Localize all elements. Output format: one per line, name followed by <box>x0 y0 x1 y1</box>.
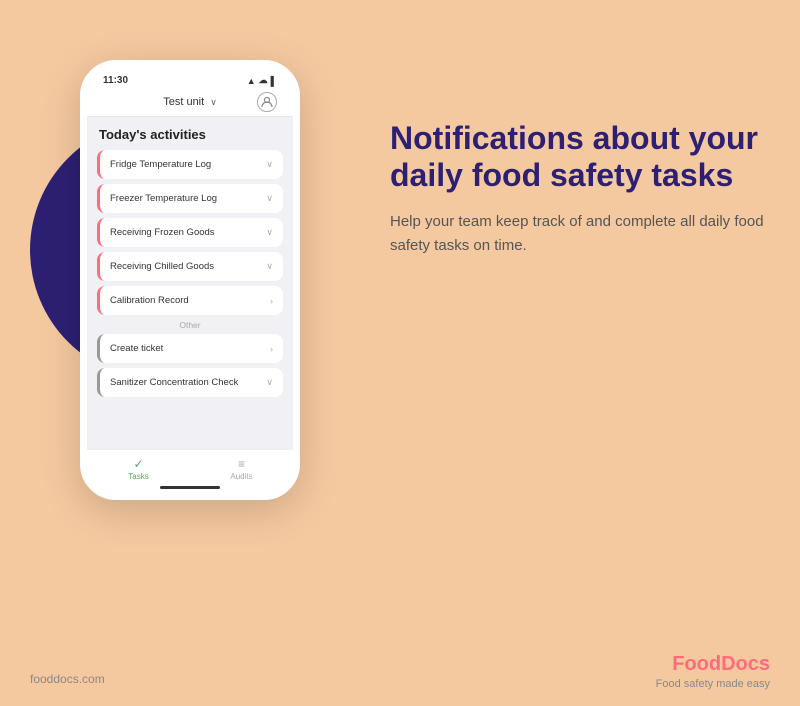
item-label: Receiving Frozen Goods <box>110 227 215 238</box>
list-item[interactable]: Receiving Frozen Goods ∨ <box>97 218 283 247</box>
right-content: Notifications about your daily food safe… <box>390 120 770 258</box>
list-item[interactable]: Freezer Temperature Log ∨ <box>97 184 283 213</box>
audits-icon: ≡ <box>238 457 245 471</box>
section-label: Other <box>97 320 283 330</box>
list-item[interactable]: Sanitizer Concentration Check ∨ <box>97 368 283 397</box>
activities-title: Today's activities <box>97 127 283 142</box>
headline: Notifications about your daily food safe… <box>390 120 770 194</box>
phone-mockup: 11:30 ▲ ☁ ▌ Test unit ∨ Today's activiti… <box>80 60 300 500</box>
nav-bar: Test unit ∨ <box>87 90 293 117</box>
subtext: Help your team keep track of and complet… <box>390 210 770 258</box>
signal-icon: ▲ <box>247 76 256 86</box>
tab-label: Tasks <box>128 472 148 481</box>
item-label: Fridge Temperature Log <box>110 159 211 170</box>
phone-body: 11:30 ▲ ☁ ▌ Test unit ∨ Today's activiti… <box>80 60 300 500</box>
chevron-right-icon: › <box>270 296 273 306</box>
list-item[interactable]: Calibration Record › <box>97 286 283 315</box>
item-label: Sanitizer Concentration Check <box>110 377 238 388</box>
unit-label[interactable]: Test unit <box>163 96 204 108</box>
tab-tasks[interactable]: ✓ Tasks <box>87 450 190 487</box>
time-display: 11:30 <box>103 75 128 86</box>
chevron-down-icon: ∨ <box>266 261 273 272</box>
chevron-down-icon: ∨ <box>266 193 273 204</box>
profile-icon[interactable] <box>257 92 277 112</box>
status-bar: 11:30 ▲ ☁ ▌ <box>87 67 293 90</box>
chevron-down-icon: ∨ <box>266 227 273 238</box>
tasks-icon: ✓ <box>133 457 143 471</box>
home-indicator <box>160 486 220 489</box>
chevron-down-icon: ∨ <box>266 377 273 388</box>
list-item[interactable]: Fridge Temperature Log ∨ <box>97 150 283 179</box>
item-label: Create ticket <box>110 343 163 354</box>
wifi-icon: ☁ <box>259 75 268 86</box>
item-label: Calibration Record <box>110 295 189 306</box>
list-item[interactable]: Receiving Chilled Goods ∨ <box>97 252 283 281</box>
chevron-down-icon: ∨ <box>266 159 273 170</box>
footer-website: fooddocs.com <box>30 672 105 686</box>
list-item[interactable]: Create ticket › <box>97 334 283 363</box>
item-label: Receiving Chilled Goods <box>110 261 214 272</box>
brand-part1: Food <box>672 653 721 675</box>
chevron-right-icon: › <box>270 344 273 354</box>
status-icons: ▲ ☁ ▌ <box>247 75 277 86</box>
battery-icon: ▌ <box>271 76 277 86</box>
item-label: Freezer Temperature Log <box>110 193 217 204</box>
footer-brand: FoodDocs Food safety made easy <box>656 653 770 690</box>
brand-name: FoodDocs <box>656 653 770 676</box>
brand-part2: Docs <box>721 653 770 675</box>
tab-audits[interactable]: ≡ Audits <box>190 450 293 487</box>
brand-tagline: Food safety made easy <box>656 678 770 690</box>
tab-label: Audits <box>230 472 252 481</box>
phone-content: Today's activities Fridge Temperature Lo… <box>87 117 293 453</box>
chevron-down-icon[interactable]: ∨ <box>210 97 217 108</box>
